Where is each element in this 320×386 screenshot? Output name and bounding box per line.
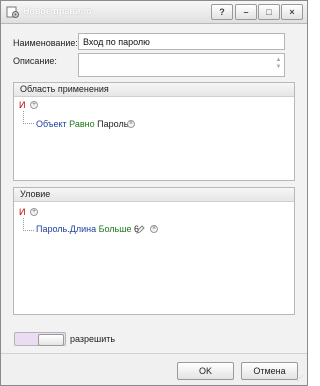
name-label: Наименование:: [13, 38, 78, 48]
ok-button[interactable]: OK: [177, 362, 234, 380]
add-circle-icon[interactable]: +: [30, 208, 38, 216]
name-value: Вход по паролю: [83, 37, 150, 47]
condition-and-operator[interactable]: И: [19, 207, 25, 217]
remove-circle-icon[interactable]: ×: [127, 120, 135, 128]
condition-operator[interactable]: Больше: [99, 224, 132, 234]
condition-field[interactable]: Пароль.Длина: [36, 224, 96, 234]
window-title: Новое правило: [23, 6, 92, 16]
remove-circle-icon[interactable]: ×: [150, 225, 158, 233]
help-button[interactable]: ?: [211, 4, 233, 20]
scope-and-operator[interactable]: И: [19, 100, 25, 110]
add-circle-icon[interactable]: +: [30, 101, 38, 109]
maximize-button[interactable]: □: [258, 4, 280, 20]
tree-connector: [23, 111, 34, 124]
allow-label: разрешить: [70, 334, 116, 344]
rule-gear-icon: [6, 6, 19, 18]
condition-expression[interactable]: Пароль.Длина Больше 6: [36, 224, 139, 234]
description-scroll-arrows[interactable]: ▲ ▼: [275, 57, 282, 71]
pencil-icon[interactable]: [136, 225, 145, 234]
rule-dialog: Новое правило ? – □ × Наименование: Вход…: [0, 0, 308, 386]
tree-connector: [23, 218, 34, 231]
toggle-knob[interactable]: [38, 334, 64, 346]
resize-grip-icon[interactable]: ⋰: [297, 375, 305, 383]
scope-header: Область применения: [14, 83, 294, 97]
description-input[interactable]: ▲ ▼: [78, 53, 285, 77]
title-bar: Новое правило ? – □ ×: [1, 1, 307, 24]
allow-toggle[interactable]: [14, 332, 66, 346]
scope-value[interactable]: Пароль: [97, 119, 128, 129]
minimize-button[interactable]: –: [235, 4, 257, 20]
dialog-footer: OK Отмена ⋰: [1, 353, 307, 385]
close-button[interactable]: ×: [281, 4, 303, 20]
condition-header: Уловие: [14, 188, 294, 202]
description-label: Описание:: [13, 56, 57, 66]
scope-operator[interactable]: Равно: [69, 119, 94, 129]
cancel-button[interactable]: Отмена: [241, 362, 298, 380]
name-input[interactable]: Вход по паролю: [78, 33, 285, 50]
scope-condition[interactable]: Объект Равно Пароль: [36, 119, 128, 129]
scope-field[interactable]: Объект: [36, 119, 67, 129]
condition-group: Уловие И + Пароль.Длина Больше 6 ×: [13, 187, 295, 315]
scope-group: Область применения И + Объект Равно Паро…: [13, 82, 295, 181]
